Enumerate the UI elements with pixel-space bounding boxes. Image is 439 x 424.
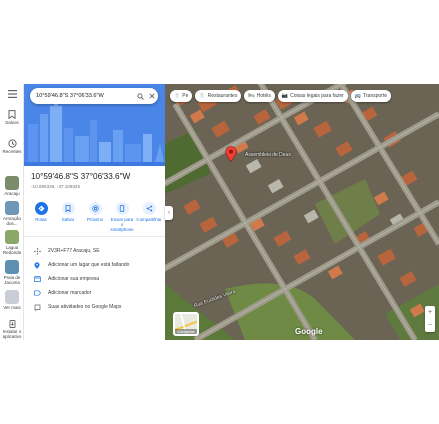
label-icon [33, 290, 41, 296]
view-more-button[interactable]: Ver mais [0, 290, 24, 310]
close-icon [149, 93, 155, 99]
phone-icon [115, 202, 129, 215]
add-missing-place-text: Adicionar um lugar que está faltando [48, 262, 130, 268]
share-label: Compartilhar [136, 217, 162, 222]
add-missing-place-row[interactable]: Adicionar um lugar que está faltando [30, 258, 162, 272]
chip-label: Restaurantes [207, 93, 238, 99]
recent-place-label: Praia de Jacuma [3, 275, 21, 285]
add-business-row[interactable]: Adicionar sua empresa [30, 272, 162, 286]
nearby-icon [88, 202, 102, 215]
hero-illustration: 10°59'46.8"S 37°06'33.6"W [24, 84, 165, 166]
view-more-thumbnail [5, 290, 19, 304]
rail-item-label: Recentes [2, 149, 22, 154]
share-icon [142, 202, 156, 215]
chip-transit[interactable]: 🚌 Transporte [350, 90, 391, 102]
location-pin-icon[interactable] [225, 146, 237, 162]
left-rail: Salvos Recentes Aracaju Armação dos... L… [0, 84, 24, 340]
action-bar: Rotas Salvar Próximo Enviar para o smart… [28, 202, 162, 232]
phone-download-icon [9, 320, 15, 328]
recent-place-praia-jacuma[interactable]: Praia de Jacuma [0, 260, 24, 285]
recent-place-thumbnail [5, 176, 19, 190]
category-chips: 🍴 Pe 🍴 Restaurantes 🛏 Hotéis 📷 Coisas le… [170, 90, 391, 102]
chip-label: Hotéis [256, 93, 271, 99]
directions-icon [34, 202, 48, 215]
plus-code-row[interactable]: 2V3R+F77 Aracaju, SE [30, 244, 162, 258]
nearby-button[interactable]: Próximo [82, 202, 108, 232]
layers-button[interactable]: Camadas [173, 312, 199, 336]
google-logo: Google [295, 327, 323, 336]
history-icon [7, 139, 17, 148]
chip-things-to-do[interactable]: 📷 Coisas legais para fazer [277, 90, 348, 102]
fork-knife-icon: 🍴 [174, 93, 181, 99]
save-label: Salvar [61, 217, 75, 222]
save-button[interactable]: Salvar [55, 202, 81, 232]
divider [24, 236, 165, 237]
rail-item-label: Salvos [5, 120, 19, 125]
camera-icon: 📷 [281, 93, 289, 99]
recent-place-label: Armação dos... [2, 216, 21, 226]
directions-button[interactable]: Rotas [28, 202, 54, 232]
collapse-panel-button[interactable]: ‹ [165, 206, 173, 220]
directions-label: Rotas [35, 217, 47, 222]
chevron-left-icon: ‹ [168, 210, 170, 216]
place-title: 10°59'46.8"S 37°06'33.6"W [31, 172, 131, 181]
search-icon [136, 92, 144, 100]
chip-label: Transporte [363, 93, 387, 99]
place-info-list: 2V3R+F77 Aracaju, SE Adicionar um lugar … [30, 244, 162, 314]
search-button[interactable] [134, 90, 146, 102]
place-decimal-coordinates: -10.996335, -37.109325 [31, 184, 81, 189]
add-business-text: Adicionar sua empresa [48, 276, 100, 282]
business-icon [33, 276, 41, 282]
recent-place-thumbnail [5, 201, 19, 215]
add-label-text: Adicionar marcador [48, 290, 92, 296]
transit-icon: 🚌 [354, 93, 361, 99]
menu-icon [7, 90, 17, 98]
maps-activity-row[interactable]: Suas atividades no Google Maps [30, 300, 162, 314]
send-to-phone-button[interactable]: Enviar para o smartphone [109, 202, 135, 232]
search-box[interactable]: 10°59'46.8"S 37°06'33.6"W [30, 88, 158, 104]
clear-search-button[interactable] [146, 90, 158, 102]
chip-overflow[interactable]: 🍴 Pe [170, 90, 193, 102]
plus-code-text: 2V3R+F77 Aracaju, SE [48, 248, 100, 254]
add-label-row[interactable]: Adicionar marcador [30, 286, 162, 300]
bookmark-icon [61, 202, 75, 215]
plus-code-icon [33, 247, 41, 255]
recent-place-aracaju[interactable]: Aracaju [0, 176, 24, 196]
chip-label: Coisas legais para fazer [290, 93, 344, 99]
add-place-icon [34, 261, 40, 269]
maps-activity-text: Suas atividades no Google Maps [48, 304, 122, 310]
recent-place-thumbnail [5, 230, 19, 244]
rail-item-saved[interactable]: Salvos [0, 110, 24, 125]
chip-label: Pe [182, 93, 189, 99]
install-app-label: Instalar o aplicativo [2, 329, 22, 339]
recent-place-armacao[interactable]: Armação dos... [0, 201, 24, 226]
bookmark-icon [8, 110, 16, 119]
send-to-phone-label: Enviar para o smartphone [110, 217, 134, 232]
chip-restaurants[interactable]: 🍴 Restaurantes [195, 90, 242, 102]
recent-place-label: Aracaju [4, 191, 20, 196]
recent-place-thumbnail [5, 260, 19, 274]
fork-knife-icon: 🍴 [199, 93, 206, 99]
google-maps-window: Salvos Recentes Aracaju Armação dos... L… [0, 84, 439, 340]
zoom-out-button[interactable]: − [428, 322, 432, 329]
place-panel: 10°59'46.8"S 37°06'33.6"W 10°59'46.8"S 3… [24, 84, 165, 340]
activity-icon [34, 304, 40, 311]
nearby-label: Próximo [86, 217, 104, 222]
menu-button[interactable] [0, 90, 24, 98]
recent-place-label: Lagoa Redonda [2, 245, 22, 255]
share-button[interactable]: Compartilhar [136, 202, 162, 232]
recent-place-lagoa-redonda[interactable]: Lagoa Redonda [0, 230, 24, 255]
rail-item-recents[interactable]: Recentes [0, 139, 24, 154]
chip-hotels[interactable]: 🛏 Hotéis [244, 90, 275, 102]
zoom-in-button[interactable]: + [428, 309, 432, 316]
install-app-button[interactable]: Instalar o aplicativo [0, 320, 24, 339]
view-more-label: Ver mais [3, 305, 21, 310]
hotel-icon: 🛏 [248, 93, 255, 99]
layers-label: Camadas [175, 329, 197, 334]
satellite-map[interactable]: 🍴 Pe 🍴 Restaurantes 🛏 Hotéis 📷 Coisas le… [165, 84, 439, 340]
search-input[interactable]: 10°59'46.8"S 37°06'33.6"W [36, 93, 134, 99]
place-label-church[interactable]: Assembleia de Deus [245, 152, 291, 158]
zoom-controls: + − [425, 306, 435, 332]
